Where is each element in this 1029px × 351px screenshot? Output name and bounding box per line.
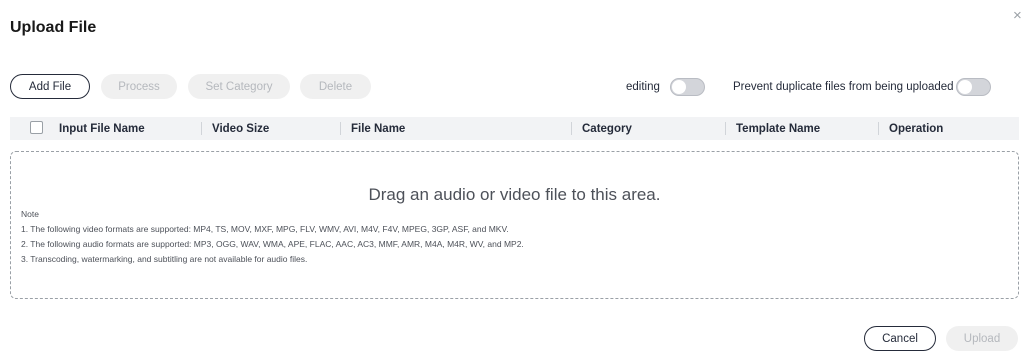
upload-button[interactable]: Upload [946,326,1018,351]
note-title: Note [21,209,39,219]
toggle-knob [672,80,686,94]
add-file-button[interactable]: Add File [10,74,90,99]
delete-button[interactable]: Delete [300,74,371,99]
column-category: Category [582,122,632,135]
note-line: 2. The following audio formats are suppo… [21,239,524,249]
select-all-checkbox[interactable] [30,121,43,134]
note-line: 1. The following video formats are suppo… [21,224,509,234]
set-category-button[interactable]: Set Category [188,74,290,99]
column-divider [878,122,879,135]
editing-toggle-label: editing [626,81,660,93]
prevent-duplicates-label: Prevent duplicate files from being uploa… [733,81,954,93]
dropzone-prompt: Drag an audio or video file to this area… [368,185,661,204]
table-header: Input File Name Video Size File Name Cat… [10,117,1019,140]
prevent-duplicates-toggle[interactable] [956,78,991,96]
column-input-file-name: Input File Name [59,122,145,135]
dialog-title: Upload File [10,19,97,36]
note-line: 3. Transcoding, watermarking, and subtit… [21,254,308,264]
editing-toggle[interactable] [670,78,705,96]
column-divider [571,122,572,135]
column-operation: Operation [889,122,944,135]
column-divider [340,122,341,135]
column-divider [201,122,202,135]
upload-dropzone[interactable]: Drag an audio or video file to this area… [10,151,1019,299]
toggle-knob [958,80,972,94]
column-video-size: Video Size [212,122,270,135]
column-divider [725,122,726,135]
column-file-name: File Name [351,122,406,135]
cancel-button[interactable]: Cancel [864,326,936,351]
close-icon[interactable]: × [1013,8,1022,23]
process-button[interactable]: Process [101,74,177,99]
column-template-name: Template Name [736,122,821,135]
